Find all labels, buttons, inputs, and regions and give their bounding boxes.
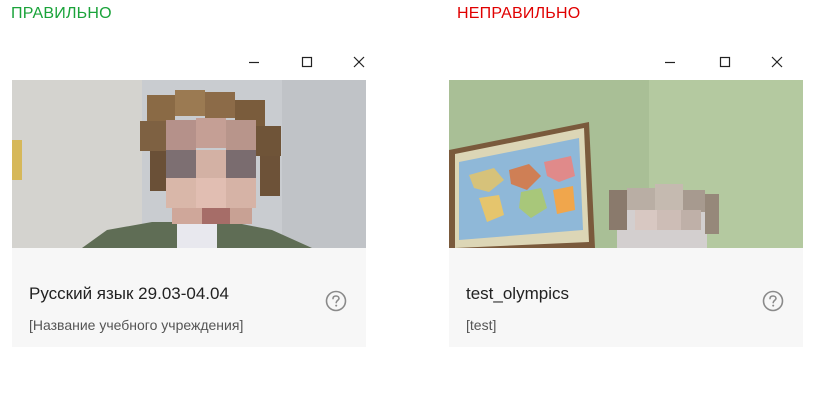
- question-circle-icon[interactable]: [762, 290, 784, 312]
- card-subtitle: [Название учебного учреждения]: [29, 317, 244, 333]
- close-icon[interactable]: [351, 54, 367, 70]
- webcam-image: [12, 80, 366, 248]
- card-subtitle: [test]: [466, 317, 497, 333]
- minimize-icon[interactable]: [246, 54, 262, 70]
- video-card-correct: Русский язык 29.03-04.04 [Название учебн…: [12, 46, 366, 347]
- maximize-icon[interactable]: [717, 54, 733, 70]
- question-circle-icon[interactable]: [325, 290, 347, 312]
- card-title: Русский язык 29.03-04.04: [29, 284, 229, 303]
- maximize-icon[interactable]: [299, 54, 315, 70]
- card-info: test_olympics [test]: [449, 248, 803, 347]
- minimize-icon[interactable]: [662, 54, 678, 70]
- card-info: Русский язык 29.03-04.04 [Название учебн…: [12, 248, 366, 347]
- webcam-preview: [449, 80, 803, 248]
- card-title: test_olympics: [466, 284, 569, 303]
- webcam-image: [449, 80, 803, 248]
- close-icon[interactable]: [769, 54, 785, 70]
- window-titlebar: [12, 46, 366, 80]
- video-card-wrong: test_olympics [test]: [449, 46, 803, 347]
- webcam-preview: [12, 80, 366, 248]
- window-titlebar: [449, 46, 803, 80]
- correct-label: ПРАВИЛЬНО: [11, 5, 112, 22]
- wrong-label: НЕПРАВИЛЬНО: [457, 5, 581, 22]
